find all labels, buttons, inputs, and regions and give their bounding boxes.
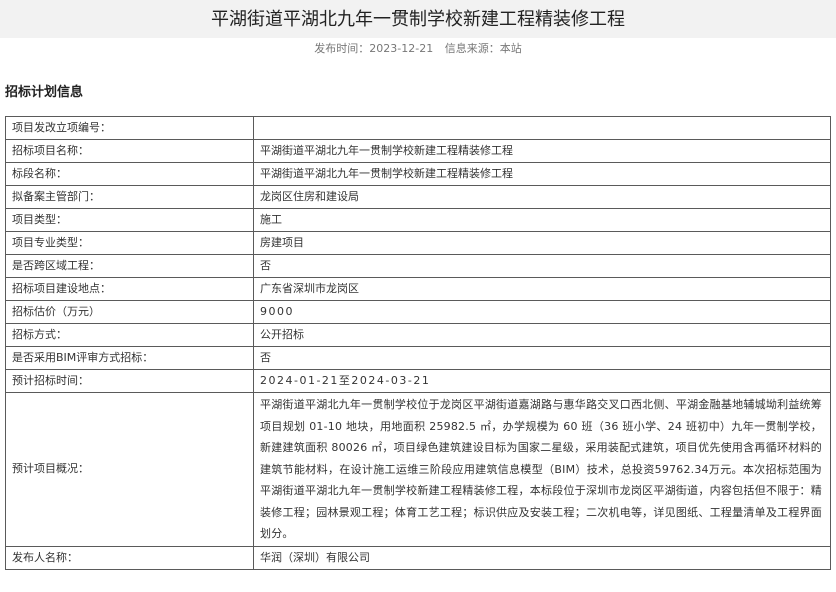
table-row: 预计招标时间： 2024-01-21至2024-03-21 bbox=[5, 369, 831, 393]
table-row: 标段名称： 平湖街道平湖北九年一贯制学校新建工程精装修工程 bbox=[5, 162, 831, 186]
row-label: 招标项目名称： bbox=[5, 139, 254, 163]
table-row: 发布人名称： 华润（深圳）有限公司 bbox=[5, 545, 831, 570]
table-row: 是否跨区域工程： 否 bbox=[5, 254, 831, 278]
info-source: 信息来源：本站 bbox=[444, 42, 522, 55]
publish-time: 发布时间：2023-12-21 bbox=[314, 42, 434, 55]
page-meta: 发布时间：2023-12-21 信息来源：本站 bbox=[0, 42, 836, 56]
table-row: 预计项目概况： 平湖街道平湖北九年一贯制学校位于龙岗区平湖街道嘉湖路与惠华路交叉… bbox=[5, 392, 831, 547]
table-row: 项目发改立项编号： bbox=[5, 116, 831, 140]
row-value: 平湖街道平湖北九年一贯制学校新建工程精装修工程 bbox=[253, 162, 831, 186]
row-label: 项目专业类型： bbox=[5, 231, 254, 255]
row-label: 预计招标时间： bbox=[5, 369, 254, 393]
row-value: 广东省深圳市龙岗区 bbox=[253, 277, 831, 301]
row-value: 施工 bbox=[253, 208, 831, 232]
row-value: 平湖街道平湖北九年一贯制学校位于龙岗区平湖街道嘉湖路与惠华路交叉口西北侧、平湖金… bbox=[253, 392, 831, 547]
table-row: 是否采用BIM评审方式招标： 否 bbox=[5, 346, 831, 370]
row-label: 拟备案主管部门： bbox=[5, 185, 254, 209]
row-label: 标段名称： bbox=[5, 162, 254, 186]
table-row: 招标项目建设地点： 广东省深圳市龙岗区 bbox=[5, 277, 831, 301]
page-title: 平湖街道平湖北九年一贯制学校新建工程精装修工程 bbox=[211, 9, 625, 30]
row-label: 是否采用BIM评审方式招标： bbox=[5, 346, 254, 370]
table-row: 招标估价（万元） 9000 bbox=[5, 300, 831, 324]
row-value: 2024-01-21至2024-03-21 bbox=[253, 369, 831, 393]
row-value: 龙岗区住房和建设局 bbox=[253, 185, 831, 209]
row-label: 项目类型： bbox=[5, 208, 254, 232]
bid-plan-table: 项目发改立项编号： 招标项目名称： 平湖街道平湖北九年一贯制学校新建工程精装修工… bbox=[5, 116, 831, 570]
table-row: 项目类型： 施工 bbox=[5, 208, 831, 232]
row-value: 9000 bbox=[253, 300, 831, 324]
row-value bbox=[253, 116, 831, 140]
row-value: 华润（深圳）有限公司 bbox=[253, 545, 831, 570]
row-value: 平湖街道平湖北九年一贯制学校新建工程精装修工程 bbox=[253, 139, 831, 163]
row-label: 发布人名称： bbox=[5, 545, 254, 570]
row-value: 公开招标 bbox=[253, 323, 831, 347]
section-title: 招标计划信息 bbox=[5, 85, 84, 100]
page-header: 平湖街道平湖北九年一贯制学校新建工程精装修工程 bbox=[0, 0, 836, 38]
table-row: 拟备案主管部门： 龙岗区住房和建设局 bbox=[5, 185, 831, 209]
row-value: 房建项目 bbox=[253, 231, 831, 255]
row-label: 招标方式： bbox=[5, 323, 254, 347]
row-label: 招标项目建设地点： bbox=[5, 277, 254, 301]
table-row: 项目专业类型： 房建项目 bbox=[5, 231, 831, 255]
row-value: 否 bbox=[253, 254, 831, 278]
table-row: 招标项目名称： 平湖街道平湖北九年一贯制学校新建工程精装修工程 bbox=[5, 139, 831, 163]
row-value: 否 bbox=[253, 346, 831, 370]
row-label: 预计项目概况： bbox=[5, 392, 254, 547]
row-label: 项目发改立项编号： bbox=[5, 116, 254, 140]
row-label: 招标估价（万元） bbox=[5, 300, 254, 324]
table-row: 招标方式： 公开招标 bbox=[5, 323, 831, 347]
row-label: 是否跨区域工程： bbox=[5, 254, 254, 278]
